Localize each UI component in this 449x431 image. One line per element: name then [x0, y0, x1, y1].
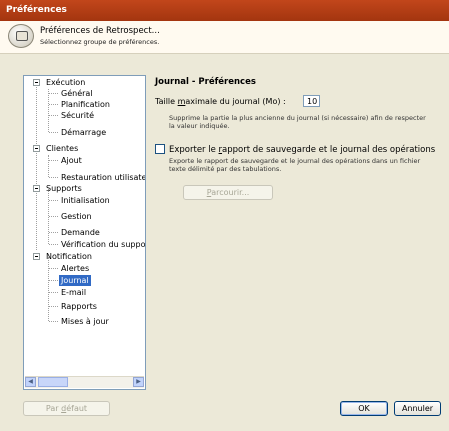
tree-item-securite[interactable]: Sécurité: [61, 110, 94, 121]
preferences-tree[interactable]: Exécution Général Planification Sécurité…: [23, 75, 146, 390]
default-label-after: éfaut: [66, 404, 88, 413]
collapse-icon[interactable]: [33, 253, 40, 260]
tree-item-verification-support[interactable]: Vérification du support: [61, 239, 145, 250]
export-label[interactable]: Exporter le rapport de sauvegarde et le …: [169, 145, 435, 155]
export-label-text: Exporter le: [169, 145, 219, 155]
browse-label: arcourir...: [211, 188, 250, 197]
header-subtitle: Sélectionnez groupe de préférences.: [40, 38, 160, 46]
browse-button[interactable]: Parcourir...: [183, 185, 273, 200]
tree-group-notification[interactable]: Notification: [46, 251, 92, 262]
export-hint-1: Exporte le rapport de sauvegarde et le j…: [169, 157, 421, 165]
window-titlebar: Préférences: [0, 0, 449, 21]
tree-group-execution[interactable]: Exécution: [46, 77, 85, 88]
collapse-icon[interactable]: [33, 145, 40, 152]
log-size-hint-1: Supprime la partie la plus ancienne du j…: [169, 114, 426, 122]
log-size-label: Taille maximale du journal (Mo) :: [155, 97, 286, 106]
log-size-input[interactable]: 10: [303, 95, 320, 107]
tree-item-gestion[interactable]: Gestion: [61, 211, 92, 222]
tree-item-demande[interactable]: Demande: [61, 227, 100, 238]
scroll-left-icon[interactable]: ◀: [25, 377, 36, 387]
log-size-label-rest: aximale du journal (Mo) :: [185, 97, 286, 106]
panel-title: Journal - Préférences: [155, 77, 256, 87]
tree-item-demarrage[interactable]: Démarrage: [61, 127, 106, 138]
default-label-before: Par: [45, 404, 62, 413]
tree-group-clientes[interactable]: Clientes: [46, 143, 78, 154]
scroll-right-icon[interactable]: ▶: [133, 377, 144, 387]
collapse-icon[interactable]: [33, 185, 40, 192]
cancel-button[interactable]: Annuler: [394, 401, 441, 416]
tree-item-mises-a-jour[interactable]: Mises à jour: [61, 316, 109, 327]
scroll-thumb[interactable]: [38, 377, 68, 387]
ok-button[interactable]: OK: [340, 401, 388, 416]
tree-item-journal[interactable]: Journal: [59, 275, 91, 286]
tree-item-restauration-utilisateur[interactable]: Restauration utilisateur: [61, 172, 145, 183]
export-hint-2: texte délimité par des tabulations.: [169, 165, 282, 173]
tree-item-planification[interactable]: Planification: [61, 99, 110, 110]
tree-item-email[interactable]: E-mail: [61, 287, 86, 298]
window-title: Préférences: [6, 5, 67, 15]
tree-item-alertes[interactable]: Alertes: [61, 263, 89, 274]
header-title: Préférences de Retrospect...: [40, 26, 160, 36]
tree-group-supports[interactable]: Supports: [46, 183, 82, 194]
tree-item-ajout[interactable]: Ajout: [61, 155, 82, 166]
export-checkbox[interactable]: [155, 144, 165, 154]
tree-item-rapports[interactable]: Rapports: [61, 301, 97, 312]
dialog-header: Préférences de Retrospect... Sélectionne…: [0, 21, 449, 54]
horizontal-scrollbar[interactable]: ◀ ▶: [25, 376, 144, 388]
tree-item-initialisation[interactable]: Initialisation: [61, 195, 110, 206]
export-label-rest: apport de sauvegarde et le journal des o…: [222, 145, 436, 155]
log-size-hint-2: la valeur indiquée.: [169, 122, 230, 130]
log-size-label-text: Taille: [155, 97, 178, 106]
collapse-icon[interactable]: [33, 79, 40, 86]
tree-item-general[interactable]: Général: [61, 88, 93, 99]
preferences-icon: [8, 24, 34, 48]
default-button[interactable]: Par défaut: [23, 401, 110, 416]
